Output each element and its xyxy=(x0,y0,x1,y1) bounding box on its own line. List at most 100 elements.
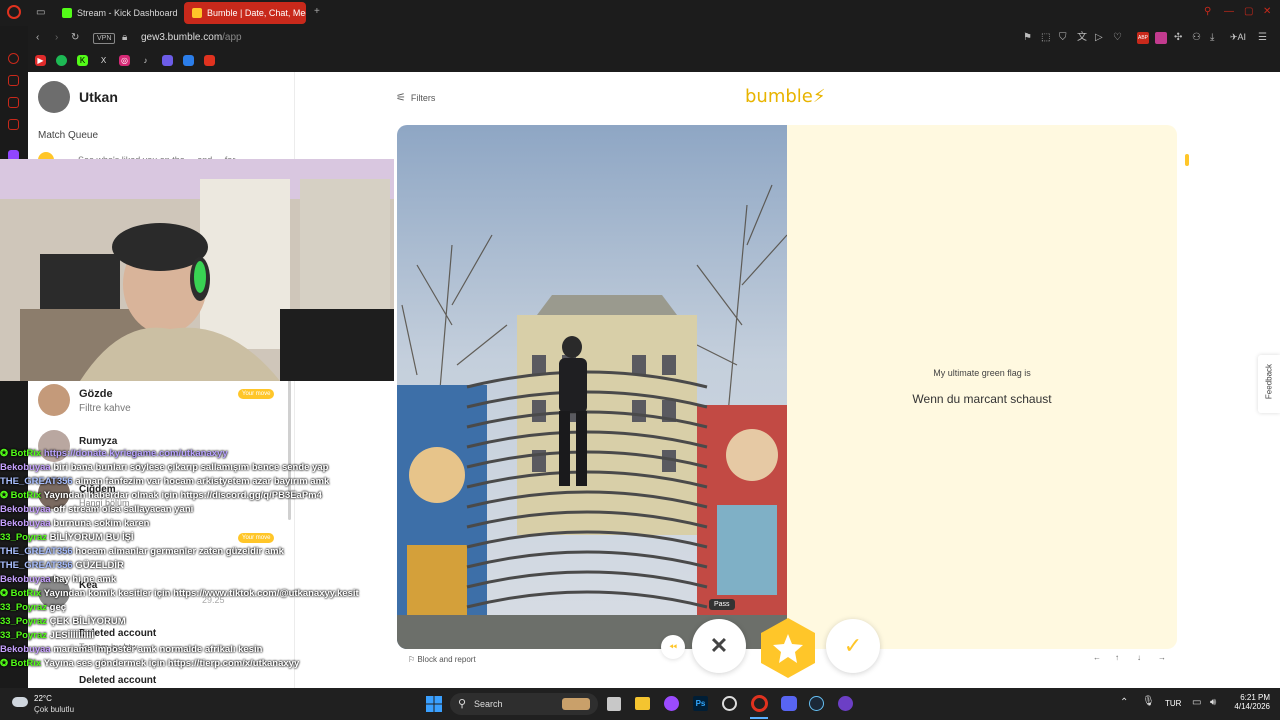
app-icon[interactable] xyxy=(838,696,853,711)
user-avatar[interactable] xyxy=(38,81,70,113)
profile-icon[interactable]: ⚇ xyxy=(1192,32,1201,44)
chat-message: 33_Poyraz ÇEK BİLİYORUM xyxy=(0,615,400,629)
chat-user: BotRix xyxy=(10,448,42,459)
app-icon[interactable] xyxy=(722,696,737,711)
pass-button[interactable]: ✕ xyxy=(692,619,746,673)
maximize-icon[interactable]: ▢ xyxy=(1244,6,1253,18)
kick-bookmark-icon[interactable]: K xyxy=(77,55,88,66)
translate-icon[interactable]: 文 xyxy=(1077,32,1087,44)
conversation-item[interactable]: Deleted account xyxy=(28,673,294,689)
messenger-icon[interactable] xyxy=(8,97,19,108)
username[interactable]: Utkan xyxy=(79,89,118,105)
superswipe-button[interactable] xyxy=(757,617,819,679)
reload-icon[interactable]: ↻ xyxy=(71,32,79,44)
bot-badge-icon: ✪ xyxy=(0,588,8,599)
chat-user: THE_GREAT356 xyxy=(0,560,73,571)
webcam-overlay xyxy=(0,159,394,381)
chat-text: ÇEK BİLİYORUM xyxy=(49,616,126,627)
feedback-tab[interactable]: Feedback xyxy=(1258,355,1280,413)
chat-text: BİLİYORUM BU İŞİ xyxy=(49,532,134,543)
microphone-icon[interactable]: 🎙︎ xyxy=(1142,696,1155,707)
chat-text: burnuna sokim karen xyxy=(53,518,150,529)
tab-kick-dashboard[interactable]: Stream - Kick Dashboard xyxy=(54,2,178,24)
extension-icon[interactable] xyxy=(1155,32,1167,44)
profile-photo[interactable] xyxy=(397,125,787,649)
snapshot-icon[interactable]: ⬚ xyxy=(1041,32,1050,44)
bumble-logo[interactable]: bumble⚡︎ xyxy=(745,86,826,107)
opera-logo-icon[interactable] xyxy=(7,5,21,19)
download-icon[interactable]: ⤓ xyxy=(1210,32,1214,44)
chat-user: Bekobuyaa xyxy=(0,644,51,655)
search-icon[interactable]: ⚲ xyxy=(1204,6,1211,18)
clock[interactable]: 6:21 PM 4/14/2026 xyxy=(1228,693,1270,711)
tab-list-icon[interactable]: ▭ xyxy=(36,7,45,19)
language-indicator[interactable]: TUR xyxy=(1165,699,1181,708)
chat-text: geç xyxy=(49,602,67,613)
taskbar-search[interactable]: ⚲ Search xyxy=(450,693,598,715)
steam-icon[interactable] xyxy=(809,696,824,711)
chat-message: THE_GREAT356 GÜZELDİR xyxy=(0,559,400,573)
url-field[interactable]: gew3.bumble.com/app xyxy=(141,32,242,43)
chat-user: THE_GREAT356 xyxy=(0,476,73,487)
tiktok-bookmark-icon[interactable]: ♪ xyxy=(140,55,151,66)
close-icon: ✕ xyxy=(709,633,729,658)
tray-chevron-icon[interactable]: ⌃ xyxy=(1120,697,1128,708)
ai-button[interactable]: ✈AI xyxy=(1230,32,1246,43)
conversation-item[interactable]: Gözde Filtre kahve Your move xyxy=(28,380,294,424)
instagram-icon[interactable] xyxy=(8,119,19,130)
chat-user: Bekobuyaa xyxy=(0,504,51,515)
block-report-link[interactable]: ⚐ Block and report xyxy=(408,655,476,664)
close-window-icon[interactable]: ✕ xyxy=(1263,6,1271,18)
menu-icon[interactable]: ☰ xyxy=(1258,32,1267,44)
weather-icon[interactable] xyxy=(12,697,28,707)
back-icon[interactable]: ‹ xyxy=(36,32,39,44)
play-icon[interactable]: ▷ xyxy=(1095,32,1103,44)
chat-message: ✪ BotRix Yayından haberdar olmak için ht… xyxy=(0,489,400,503)
twitch-bookmark-icon[interactable] xyxy=(162,55,173,66)
app-icon[interactable] xyxy=(664,696,679,711)
filters-label: Filters xyxy=(410,92,436,103)
bookmark-icon[interactable] xyxy=(183,55,194,66)
bookmark-icon[interactable] xyxy=(204,55,215,66)
search-icon: ⚲ xyxy=(458,698,467,710)
shield-icon[interactable]: ⛉ xyxy=(1059,32,1067,44)
workspace-icon[interactable] xyxy=(8,75,19,86)
task-view-icon[interactable] xyxy=(607,697,621,711)
file-explorer-icon[interactable] xyxy=(635,697,650,710)
prompt-card: My ultimate green flag is Wenn du marcan… xyxy=(787,125,1177,649)
bot-badge-icon: ✪ xyxy=(0,448,8,459)
backtrack-button[interactable]: ⏪︎ xyxy=(661,635,685,659)
instagram-bookmark-icon[interactable]: ◎ xyxy=(119,55,130,66)
aria-icon[interactable] xyxy=(8,53,19,64)
opera-taskbar-icon[interactable] xyxy=(751,695,768,712)
start-button[interactable] xyxy=(426,696,442,712)
block-report-label: Block and report xyxy=(417,655,476,664)
pin-icon[interactable]: ⚑ xyxy=(1023,32,1032,44)
webcam-image xyxy=(0,159,394,381)
feedback-label: Feedback xyxy=(1264,363,1274,400)
vpn-badge[interactable]: VPN xyxy=(93,33,116,44)
kick-favicon-icon xyxy=(62,8,72,18)
network-icon[interactable]: ▭ xyxy=(1192,697,1201,708)
spotify-bookmark-icon[interactable] xyxy=(56,55,67,66)
forward-icon[interactable]: › xyxy=(55,32,58,44)
chat-message: 33_Poyraz JESİİİİİİİİİİ xyxy=(0,629,400,643)
filters-button[interactable]: ⚟ Filters xyxy=(396,91,435,104)
logo-text: bumble xyxy=(745,86,813,107)
discord-icon[interactable] xyxy=(781,696,797,711)
adblock-extension-icon[interactable]: ABP xyxy=(1137,32,1149,44)
x-bookmark-icon[interactable]: X xyxy=(98,55,109,66)
heart-icon[interactable]: ♡ xyxy=(1113,32,1122,44)
chat-message: Bekobuyaa biri bana bunları söylese çıka… xyxy=(0,461,400,475)
new-tab-icon[interactable]: + xyxy=(314,6,320,18)
volume-icon[interactable]: 🔊︎ xyxy=(1210,697,1216,708)
youtube-bookmark-icon[interactable]: ▶ xyxy=(35,55,46,66)
like-button[interactable]: ✓ xyxy=(826,619,880,673)
minimize-icon[interactable]: — xyxy=(1224,6,1234,18)
tab-bumble[interactable]: Bumble | Date, Chat, Meet xyxy=(184,2,306,24)
superswipe-hexagon-icon xyxy=(761,618,815,678)
photoshop-icon[interactable]: Ps xyxy=(693,696,708,711)
bot-badge-icon: ✪ xyxy=(0,658,8,669)
weather-temp[interactable]: 22°C xyxy=(34,694,52,703)
extensions-puzzle-icon[interactable]: ✣ xyxy=(1174,32,1182,44)
